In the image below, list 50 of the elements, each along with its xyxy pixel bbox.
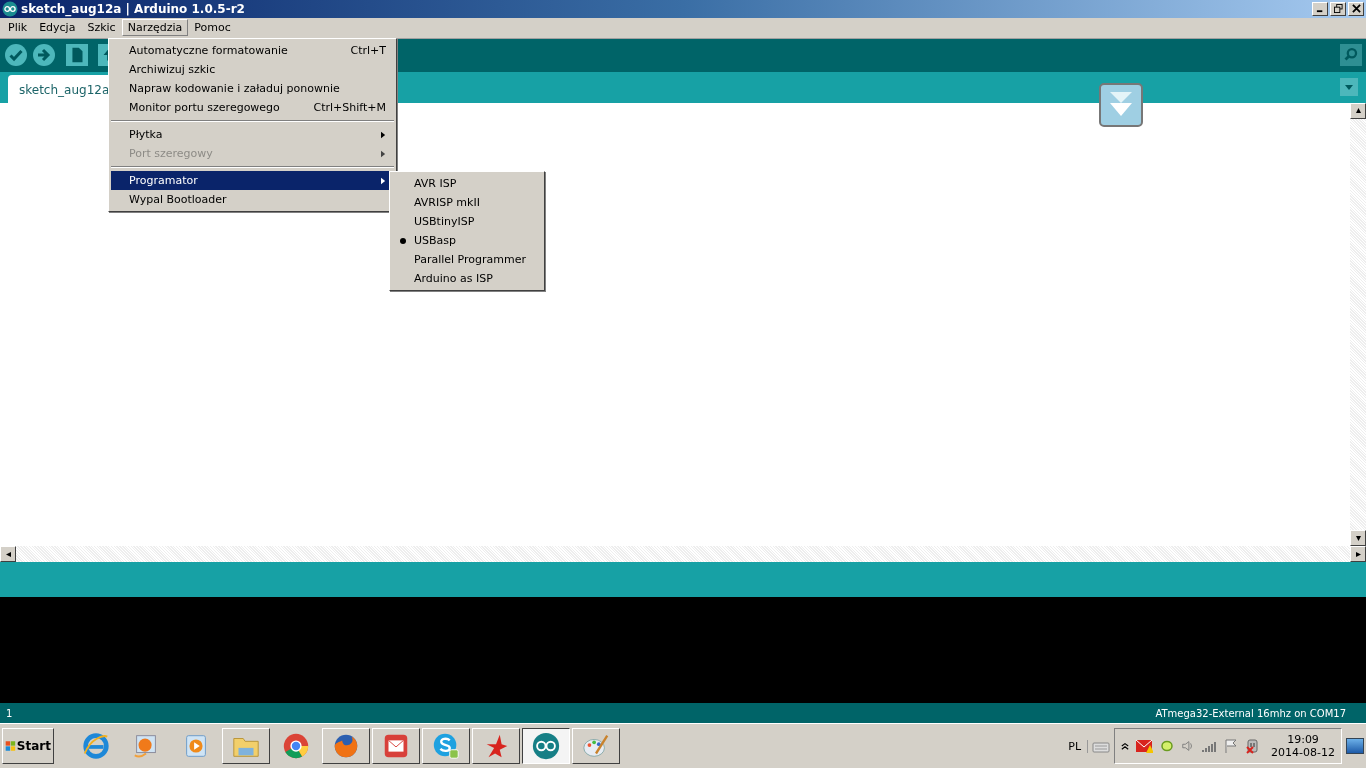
submenu-arrow-icon <box>381 176 386 185</box>
infinity-icon <box>531 731 561 761</box>
menu-item[interactable]: AVR ISP <box>392 174 542 193</box>
language-indicator[interactable]: PL <box>1068 739 1089 753</box>
line-number: 1 <box>6 707 13 719</box>
envelope-warning-icon[interactable] <box>1135 738 1154 754</box>
browser-icon <box>281 731 311 761</box>
menu-item[interactable]: USBtinyISP <box>392 212 542 231</box>
restore-icon <box>1333 4 1343 14</box>
chat-icon <box>431 731 461 761</box>
menu-item[interactable]: Pomoc <box>188 19 237 37</box>
vertical-scrollbar[interactable] <box>1350 102 1366 547</box>
close-button[interactable] <box>1348 2 1364 16</box>
arrow-left-icon <box>5 550 11 558</box>
menu-item[interactable]: Parallel Programmer <box>392 250 542 269</box>
menu-item[interactable]: Plik <box>2 19 34 37</box>
browser-icon <box>81 731 111 761</box>
new-button[interactable] <box>66 44 88 67</box>
chevron-up-icon[interactable] <box>1121 741 1130 751</box>
menu-item[interactable]: Płytka <box>111 125 394 144</box>
restore-button[interactable] <box>1330 2 1346 16</box>
menu-item[interactable]: Arduino as ISP <box>392 269 542 288</box>
close-icon <box>1351 4 1361 14</box>
start-button[interactable]: Start <box>2 728 54 764</box>
upload-button[interactable] <box>32 43 56 68</box>
window-title: sketch_aug12a | Arduino 1.0.5-r2 <box>21 2 246 16</box>
board-info: ATmega32-External 16mhz on COM17 <box>1155 707 1346 719</box>
menu-item[interactable]: Narzędzia <box>121 19 189 37</box>
menu-item[interactable]: Szkic <box>81 19 122 37</box>
tab-menu-button[interactable] <box>1340 78 1358 97</box>
menu-item[interactable]: Automatyczne formatowanie Ctrl+T <box>111 41 394 60</box>
verify-button[interactable] <box>4 43 28 68</box>
minimize-button[interactable] <box>1312 2 1328 16</box>
menu-item[interactable]: Edycja <box>33 19 82 37</box>
clock-date[interactable]: 2014-08-12 <box>1271 746 1335 759</box>
menu-item[interactable]: AVRISP mkII <box>392 193 542 212</box>
menu-item[interactable]: USBasp <box>392 231 542 250</box>
search-button[interactable] <box>1340 44 1362 67</box>
taskbar-button[interactable] <box>522 728 570 764</box>
submenu-arrow-icon <box>381 149 386 158</box>
download-arrows-icon <box>1099 83 1143 127</box>
arrow-up-icon <box>1354 108 1362 114</box>
submenu-arrow-icon <box>381 130 386 139</box>
show-desktop-button[interactable] <box>1346 738 1364 754</box>
arrow-right-icon <box>1355 550 1361 558</box>
horizontal-scrollbar[interactable] <box>0 546 1366 563</box>
infinity-icon <box>2 1 18 17</box>
clock-time[interactable]: 19:09 <box>1287 733 1319 746</box>
windows-logo-icon <box>5 738 16 754</box>
arrow-down-icon <box>1354 535 1362 541</box>
